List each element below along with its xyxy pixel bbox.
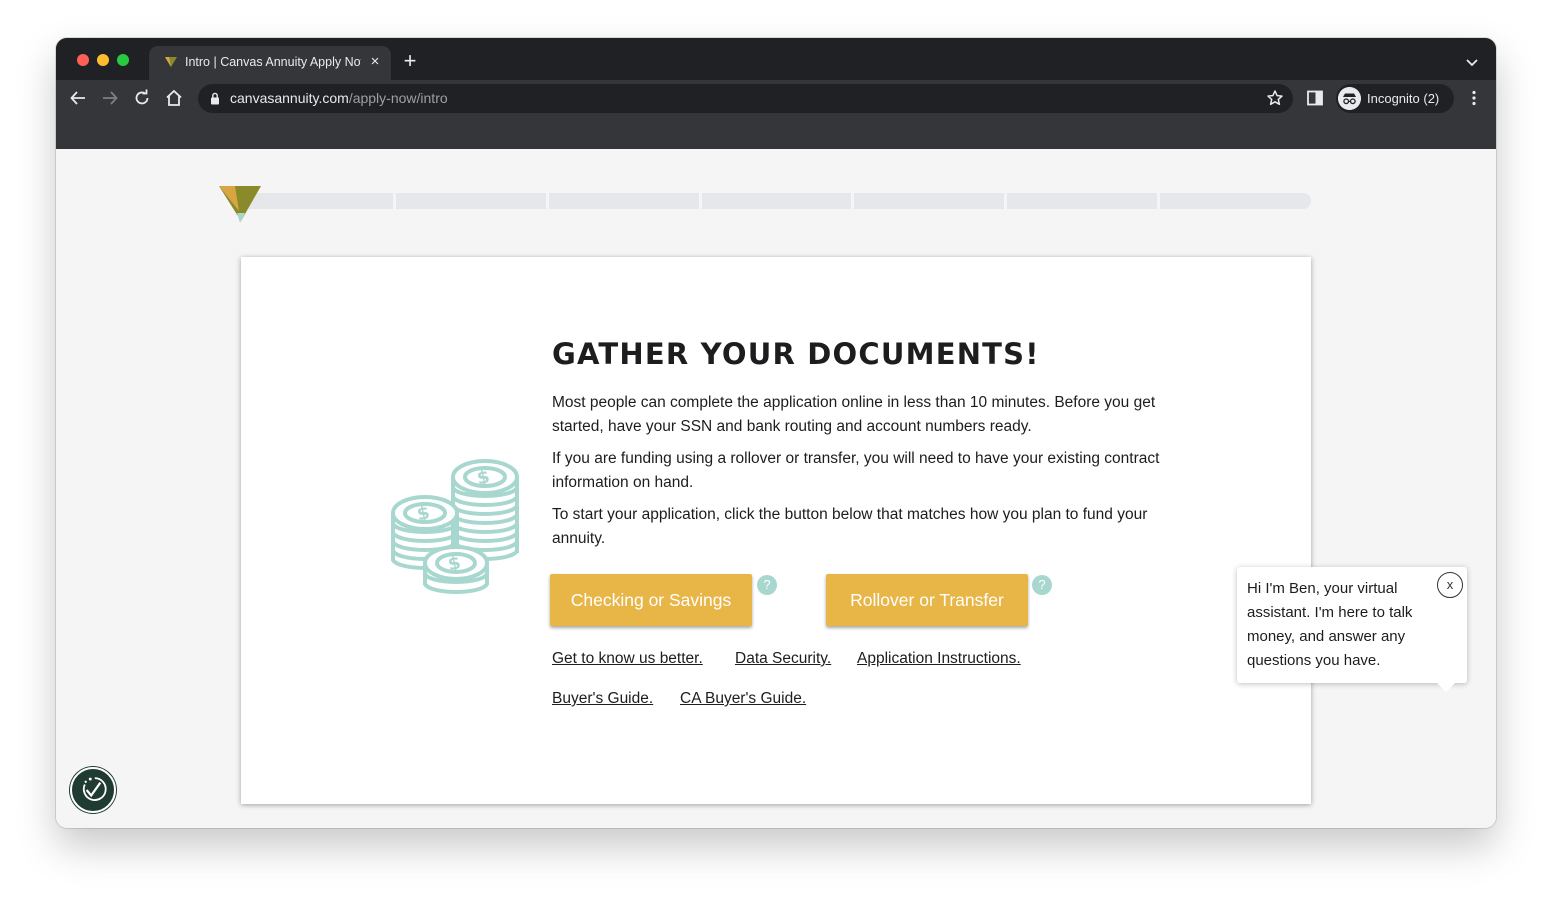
start-paragraph: To start your application, click the but… [552, 506, 1148, 547]
checking-help-icon[interactable]: ? [757, 575, 777, 595]
progress-step [702, 193, 851, 209]
accessibility-widget-button[interactable] [70, 767, 116, 813]
coins-stack-icon: $ $ $ [391, 459, 519, 594]
maximize-window-button[interactable] [117, 54, 129, 66]
rollover-or-transfer-button[interactable]: Rollover or Transfer [826, 574, 1028, 626]
intro-card: $ $ $ GATHER YOUR DOCUMENTS! Most people… [241, 257, 1311, 804]
lock-icon [211, 92, 219, 105]
tab-search-chevron-icon[interactable] [1464, 54, 1480, 70]
tab-close-icon[interactable]: × [367, 54, 383, 70]
rollover-paragraph: If you are funding using a rollover or t… [552, 450, 1160, 491]
page-title: GATHER YOUR DOCUMENTS! [552, 337, 1040, 371]
incognito-icon [1338, 87, 1361, 110]
canvas-logo-icon [219, 186, 261, 223]
application-progress-bar [234, 193, 1311, 209]
accessibility-check-icon [82, 777, 107, 801]
checking-or-savings-button[interactable]: Checking or Savings [550, 574, 752, 626]
minimize-window-button[interactable] [97, 54, 109, 66]
url-text[interactable]: canvasannuity.com/apply-now/intro [230, 90, 448, 106]
new-tab-button[interactable]: + [400, 50, 420, 72]
canvas-favicon-icon [165, 57, 177, 67]
progress-step [854, 193, 1004, 209]
url-path: /apply-now/intro [348, 90, 448, 106]
bubble-tail [1435, 681, 1457, 692]
forward-arrow-icon[interactable] [100, 88, 120, 108]
browser-window: Intro | Canvas Annuity Apply Now × + can… [56, 38, 1496, 828]
profile-label: Incognito (2) [1367, 91, 1440, 106]
ca-buyers-guide-link[interactable]: CA Buyer's Guide. [680, 690, 806, 708]
close-assistant-button[interactable]: x [1437, 572, 1463, 598]
get-to-know-us-link[interactable]: Get to know us better. [552, 650, 703, 668]
tab-strip: Intro | Canvas Annuity Apply Now × + [56, 38, 1496, 80]
browser-chrome: Intro | Canvas Annuity Apply Now × + can… [56, 38, 1496, 149]
bookmark-star-icon[interactable] [1266, 89, 1284, 107]
progress-step [1160, 193, 1311, 209]
progress-step [549, 193, 699, 209]
application-instructions-link[interactable]: Application Instructions. [857, 650, 1021, 668]
progress-step [396, 193, 546, 209]
back-arrow-icon[interactable] [68, 88, 88, 108]
reload-icon[interactable] [132, 88, 152, 108]
home-icon[interactable] [164, 88, 184, 108]
virtual-assistant-bubble[interactable]: Hi I'm Ben, your virtual assistant. I'm … [1237, 567, 1467, 692]
browser-tab-active[interactable]: Intro | Canvas Annuity Apply Now × [149, 46, 391, 80]
data-security-link[interactable]: Data Security. [735, 650, 831, 668]
tab-title: Intro | Canvas Annuity Apply Now [185, 55, 361, 69]
address-bar[interactable]: canvasannuity.com/apply-now/intro [198, 84, 1293, 113]
close-window-button[interactable] [77, 54, 89, 66]
page-viewport: $ $ $ GATHER YOUR DOCUMENTS! Most people… [56, 149, 1496, 828]
url-host: canvasannuity.com [230, 90, 349, 106]
buyers-guide-link[interactable]: Buyer's Guide. [552, 690, 653, 708]
side-panel-icon[interactable] [1306, 89, 1324, 107]
incognito-profile-button[interactable]: Incognito (2) [1336, 84, 1454, 113]
progress-step [1007, 193, 1157, 209]
rollover-help-icon[interactable]: ? [1032, 575, 1052, 595]
assistant-message: Hi I'm Ben, your virtual assistant. I'm … [1247, 580, 1413, 669]
intro-paragraph: Most people can complete the application… [552, 394, 1156, 435]
more-menu-icon[interactable] [1466, 89, 1482, 107]
